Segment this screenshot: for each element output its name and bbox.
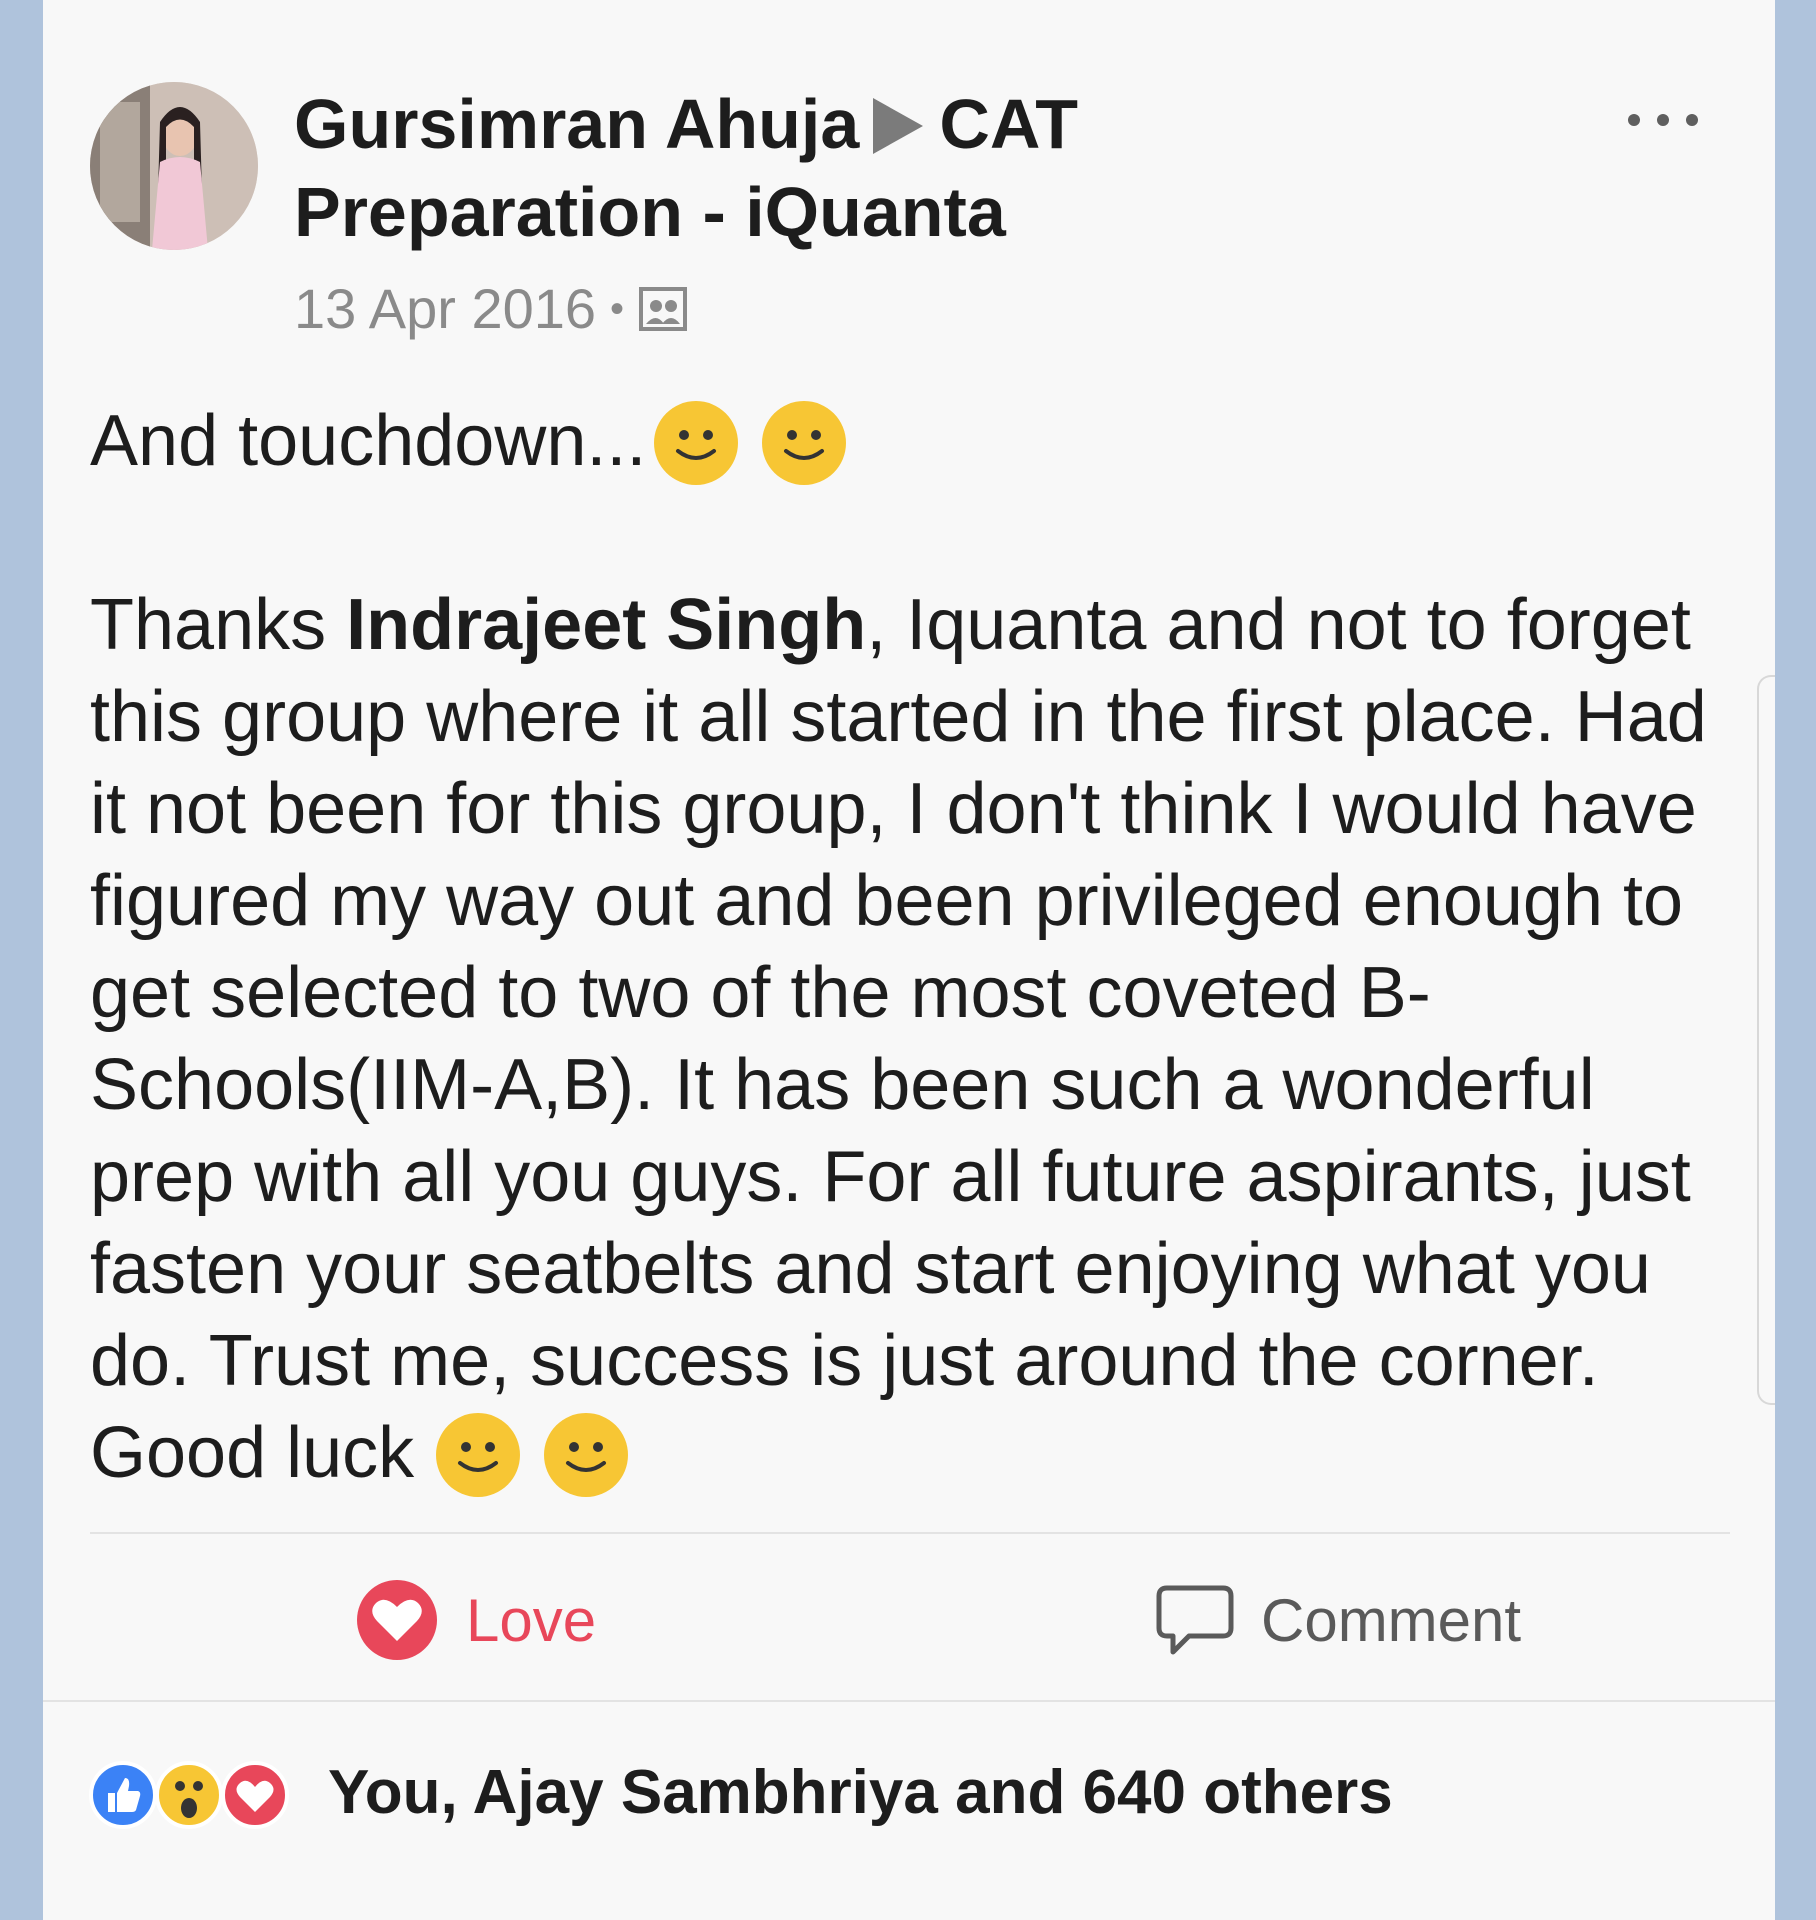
smiley-icon [762, 401, 847, 485]
meta-separator: • [610, 287, 625, 331]
divider [43, 1700, 1775, 1702]
reactions-bar[interactable]: You, Ajay Sambhriya and 640 others [88, 1752, 1393, 1832]
scrollbar[interactable] [1757, 675, 1775, 1405]
smiley-icon [436, 1413, 521, 1497]
post-paragraph: Thanks Indrajeet Singh, Iquanta and not … [90, 579, 1750, 1407]
like-icon [89, 1761, 157, 1829]
group-name-line1[interactable]: CAT [939, 85, 1078, 163]
wow-icon [155, 1761, 223, 1829]
post-first-line: And touchdown... [90, 395, 1750, 487]
post-header-title: Gursimran Ahuja CAT Preparation - iQuanta [294, 80, 1234, 256]
public-group-icon [639, 287, 688, 331]
thanks-text: Thanks [90, 585, 347, 665]
first-line-text: And touchdown... [90, 401, 647, 481]
arrow-right-icon [873, 98, 924, 154]
avatar[interactable] [90, 82, 258, 250]
heart-icon [357, 1580, 437, 1660]
smiley-icon [654, 401, 739, 485]
divider [90, 1532, 1730, 1534]
love-icon [221, 1761, 289, 1829]
love-button[interactable]: Love [354, 1575, 596, 1665]
post-date[interactable]: 13 Apr 2016 [294, 276, 596, 342]
smiley-icon [544, 1413, 629, 1497]
reaction-summary[interactable]: You, Ajay Sambhriya and 640 others [328, 1757, 1393, 1828]
post-closing: Good luck [90, 1407, 1750, 1499]
post-meta: 13 Apr 2016 • [294, 276, 688, 342]
comment-icon [1156, 1585, 1234, 1655]
reaction-icons [88, 1754, 298, 1830]
post-body: And touchdown... Thanks Indrajeet Singh,… [90, 395, 1750, 1499]
profile-photo [90, 82, 258, 250]
paragraph-text: , Iquanta and not to forget this group w… [90, 585, 1707, 1401]
mention-link[interactable]: Indrajeet Singh [346, 585, 866, 665]
group-name-line2[interactable]: Preparation - iQuanta [294, 173, 1006, 251]
love-label: Love [466, 1586, 597, 1654]
closing-text: Good luck [90, 1413, 415, 1493]
more-options-icon[interactable] [1628, 100, 1698, 140]
author-name[interactable]: Gursimran Ahuja [294, 85, 859, 163]
comment-label: Comment [1261, 1586, 1522, 1654]
comment-button[interactable]: Comment [1155, 1575, 1521, 1665]
